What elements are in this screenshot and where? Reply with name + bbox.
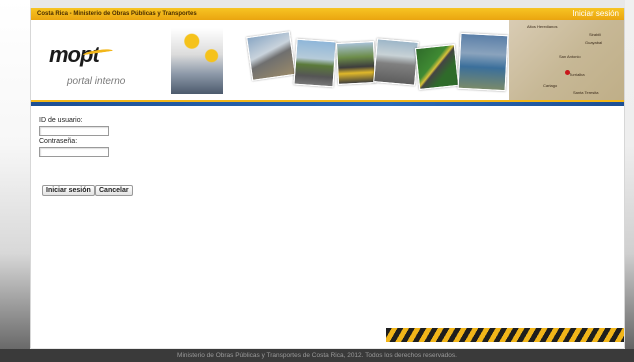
map-label: Sirabili [589,32,602,37]
password-label: Contraseña: [39,138,78,145]
login-button[interactable]: Iniciar sesión [42,185,95,196]
road-photo [373,38,419,86]
hazard-stripes [386,328,624,342]
costa-rica-map: Altos Heredianos Sirabili Guayabal San A… [509,20,624,102]
login-form: ID de usuario: Contraseña: [39,116,109,157]
map-label: San Antonio [559,54,581,59]
banner-blue-bar [31,102,624,106]
main-container: Costa Rica - Ministerio de Obras Pública… [30,8,625,348]
site-title: Costa Rica - Ministerio de Obras Pública… [37,11,197,17]
password-input[interactable] [39,147,109,157]
engineers-photo [171,28,223,94]
map-label: Guayabal [585,40,603,45]
footer-copyright: Ministerio de Obras Públicas y Transport… [177,352,457,359]
login-link[interactable]: Iniciar sesión [572,9,619,19]
port-photo [457,32,509,92]
map-marker-icon [565,70,570,75]
user-id-input[interactable] [39,126,109,136]
map-label: Cartago [543,83,558,88]
header-banner: mopt portal interno Altos Heredianos Sir… [31,20,624,102]
map-label: Altos Heredianos [527,24,558,29]
map-label: Santa Teresita [573,90,599,95]
paving-photo [335,41,377,85]
cancel-button[interactable]: Cancelar [95,185,133,196]
user-id-label: ID de usuario: [39,117,83,124]
curve-road-photo [414,44,460,90]
top-bar: Costa Rica - Ministerio de Obras Pública… [31,8,624,20]
highway-photo [293,38,337,88]
right-background-gradient [625,0,634,362]
map-label: Turrialba [569,72,585,77]
portal-subtitle: portal interno [67,76,126,87]
left-background-gradient [0,0,30,362]
footer: Ministerio de Obras Públicas y Transport… [0,349,634,362]
bridge-photo [246,31,296,81]
